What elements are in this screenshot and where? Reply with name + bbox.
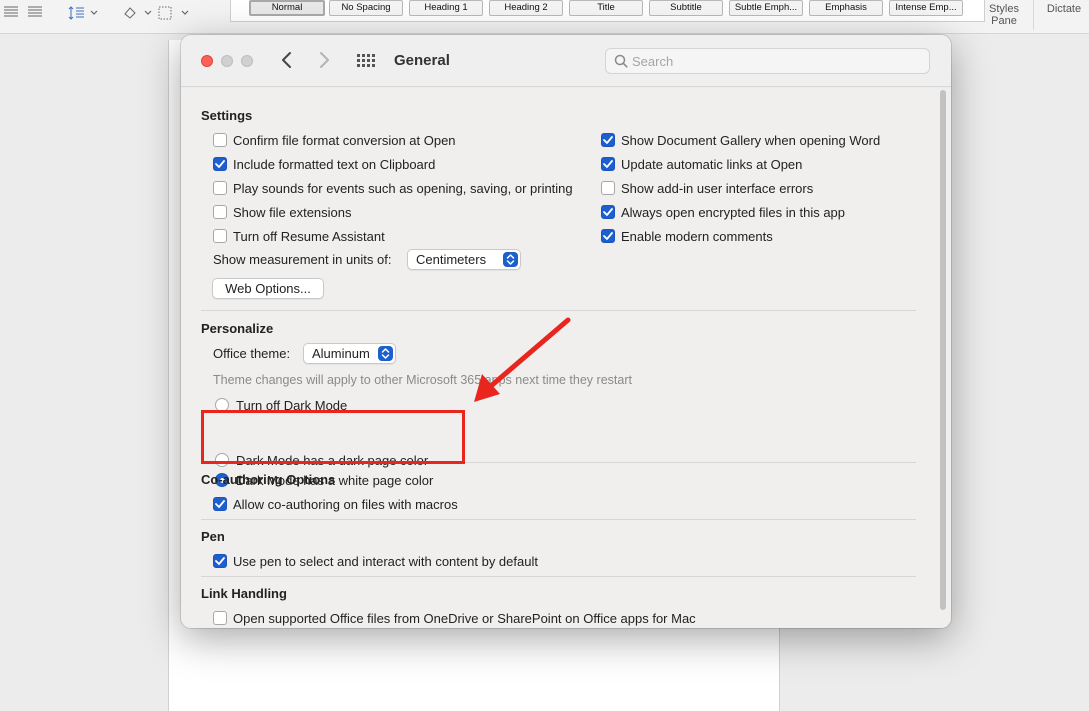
- styles-gallery: Normal No Spacing Heading 1 Heading 2 Ti…: [230, 0, 985, 22]
- back-button[interactable]: [278, 49, 298, 71]
- checkbox-label: Update automatic links at Open: [621, 156, 803, 172]
- checkbox-label: Open supported Office files from OneDriv…: [233, 610, 696, 626]
- web-options-button[interactable]: Web Options...: [212, 278, 324, 299]
- checkbox-box[interactable]: [213, 133, 227, 147]
- checkbox-label: Show Document Gallery when opening Word: [621, 132, 881, 148]
- scrollbar-thumb[interactable]: [940, 90, 946, 610]
- personalize-section-title: Personalize: [201, 321, 274, 336]
- styles-pane-button[interactable]: Styles Pane: [986, 3, 1022, 27]
- style-emphasis[interactable]: Emphasis: [809, 0, 883, 16]
- checkbox-label: Always open encrypted files in this app: [621, 204, 846, 220]
- style-title[interactable]: Title: [569, 0, 643, 16]
- update-automatic-links-checkbox[interactable]: Update automatic links at Open: [601, 155, 802, 173]
- close-window-button[interactable]: [201, 55, 213, 67]
- checkbox-box[interactable]: [601, 229, 615, 243]
- dictate-button[interactable]: Dictate: [1042, 3, 1086, 15]
- checkbox-label: Confirm file format conversion at Open: [233, 132, 456, 148]
- checkbox-box[interactable]: [213, 611, 227, 625]
- show-document-gallery-checkbox[interactable]: Show Document Gallery when opening Word: [601, 131, 880, 149]
- pen-section-title: Pen: [201, 529, 225, 544]
- shading-icon[interactable]: [122, 6, 152, 20]
- section-divider: [201, 576, 916, 577]
- checkbox-label: Show add-in user interface errors: [621, 180, 814, 196]
- show-all-grid-icon[interactable]: [357, 54, 375, 68]
- highlight-box-annotation: [201, 410, 465, 464]
- titlebar: General: [181, 35, 951, 87]
- checkbox-box[interactable]: [213, 554, 227, 568]
- search-field[interactable]: [605, 48, 930, 74]
- minimize-window-button[interactable]: [221, 55, 233, 67]
- align-distributed-icon[interactable]: [28, 6, 42, 20]
- updown-chevron-icon: [378, 346, 393, 361]
- checkbox-label: Turn off Resume Assistant: [233, 228, 385, 244]
- forward-button[interactable]: [314, 49, 334, 71]
- office-theme-popup[interactable]: Aluminum: [303, 343, 396, 364]
- checkbox-box[interactable]: [601, 157, 615, 171]
- line-spacing-icon[interactable]: [68, 6, 98, 20]
- enable-modern-comments-checkbox[interactable]: Enable modern comments: [601, 227, 773, 245]
- styles-pane-label-1: Styles: [989, 3, 1019, 15]
- measurement-units-label: Show measurement in units of:: [213, 252, 392, 267]
- checkbox-label: Play sounds for events such as opening, …: [233, 180, 573, 196]
- play-sounds-checkbox[interactable]: Play sounds for events such as opening, …: [213, 179, 573, 197]
- align-justify-icon[interactable]: [4, 6, 18, 20]
- style-intense-emphasis[interactable]: Intense Emp...: [889, 0, 963, 16]
- settings-section-title: Settings: [201, 108, 253, 123]
- checkbox-box[interactable]: [601, 133, 615, 147]
- confirm-format-conversion-checkbox[interactable]: Confirm file format conversion at Open: [213, 131, 456, 149]
- checkbox-box[interactable]: [213, 229, 227, 243]
- ribbon-divider: [1033, 0, 1034, 30]
- coauthoring-section-title: Co-authoring Options: [201, 472, 336, 487]
- show-addin-errors-checkbox[interactable]: Show add-in user interface errors: [601, 179, 813, 197]
- style-heading-2[interactable]: Heading 2: [489, 0, 563, 16]
- measurement-units-popup[interactable]: Centimeters: [407, 249, 521, 270]
- search-icon: [614, 54, 628, 68]
- style-subtitle[interactable]: Subtitle: [649, 0, 723, 16]
- office-theme-value: Aluminum: [312, 346, 370, 361]
- red-arrow-annotation: [474, 317, 571, 402]
- show-file-extensions-checkbox[interactable]: Show file extensions: [213, 203, 352, 221]
- zoom-window-button[interactable]: [241, 55, 253, 67]
- checkbox-label: Enable modern comments: [621, 228, 773, 244]
- style-subtle-emphasis[interactable]: Subtle Emph...: [729, 0, 803, 16]
- dialog-title: General: [394, 52, 450, 69]
- checkbox-label: Include formatted text on Clipboard: [233, 156, 436, 172]
- open-encrypted-files-checkbox[interactable]: Always open encrypted files in this app: [601, 203, 845, 221]
- allow-coauthoring-macros-checkbox[interactable]: Allow co-authoring on files with macros: [213, 495, 458, 513]
- style-normal[interactable]: Normal: [249, 0, 325, 16]
- checkbox-box[interactable]: [601, 181, 615, 195]
- checkbox-label: Use pen to select and interact with cont…: [233, 553, 538, 569]
- borders-icon[interactable]: [158, 6, 190, 20]
- checkbox-box[interactable]: [213, 205, 227, 219]
- link-handling-section-title: Link Handling: [201, 586, 287, 601]
- search-input[interactable]: [632, 52, 922, 70]
- open-office-files-in-apps-checkbox[interactable]: Open supported Office files from OneDriv…: [213, 609, 696, 627]
- style-no-spacing[interactable]: No Spacing: [329, 0, 403, 16]
- checkbox-box[interactable]: [213, 497, 227, 511]
- updown-chevron-icon: [503, 252, 518, 267]
- measurement-units-value: Centimeters: [416, 252, 487, 267]
- include-formatted-text-checkbox[interactable]: Include formatted text on Clipboard: [213, 155, 435, 173]
- turn-off-resume-assistant-checkbox[interactable]: Turn off Resume Assistant: [213, 227, 385, 245]
- style-heading-1[interactable]: Heading 1: [409, 0, 483, 16]
- word-ribbon: Normal No Spacing Heading 1 Heading 2 Ti…: [0, 0, 1089, 34]
- section-divider: [201, 310, 916, 311]
- vertical-scrollbar[interactable]: [938, 90, 948, 626]
- checkbox-box[interactable]: [213, 181, 227, 195]
- styles-pane-label-2: Pane: [991, 15, 1017, 27]
- checkbox-label: Allow co-authoring on files with macros: [233, 496, 458, 512]
- use-pen-checkbox[interactable]: Use pen to select and interact with cont…: [213, 552, 538, 570]
- checkbox-box[interactable]: [213, 157, 227, 171]
- checkbox-label: Show file extensions: [233, 204, 352, 220]
- office-theme-label: Office theme:: [213, 346, 291, 361]
- checkbox-box[interactable]: [601, 205, 615, 219]
- section-divider: [201, 519, 916, 520]
